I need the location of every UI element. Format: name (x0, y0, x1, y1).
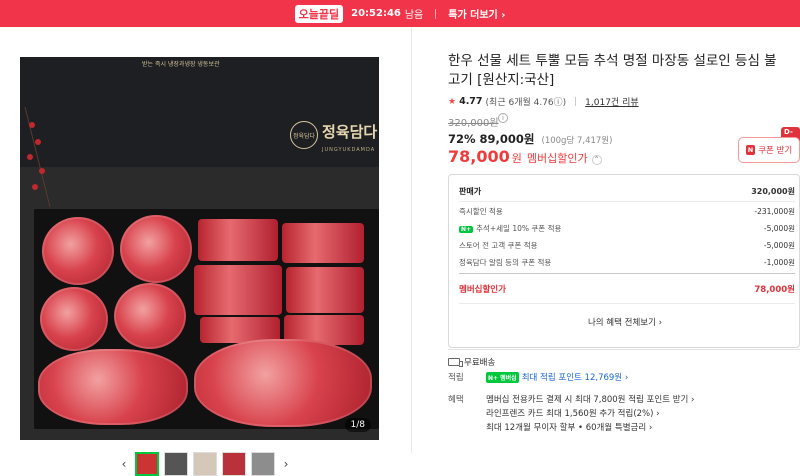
deal-logo: 오늘끝딜 (294, 4, 344, 23)
benefit-item[interactable]: 멤버십 전용카드 결제 시 최대 7,800원 적립 포인트 받기 › (486, 393, 694, 405)
breakdown-row: 정육담다 알림 등의 쿠폰 적용 -1,000원 (459, 257, 795, 268)
product-gallery: 받는 즉시 냉장과냉장 냉동보관 정육담다 정육담다 JUNGYUKDAMDA … (0, 27, 412, 476)
rating-recent: (최근 6개월 4.76ⓘ) (485, 98, 567, 108)
chevron-up-icon[interactable]: ⌃ (591, 154, 602, 165)
image-counter: 1/8 (344, 418, 371, 432)
coupon-button[interactable]: N 쿠폰 받기 (738, 137, 800, 163)
breakdown-row: N+ 추석+세일 10% 쿠폰 적용 -5,000원 (459, 223, 795, 234)
membership-badge: N+ 멤버십 (486, 371, 519, 383)
shipping-info: 무료배송 (448, 356, 495, 368)
meat-strip (198, 219, 278, 261)
breakdown-amount: -231,000원 (754, 207, 795, 216)
discount-price: 72% 89,000원 (448, 132, 535, 146)
product-title: 한우 선물 세트 투뿔 모듬 추석 명절 마장동 설로인 등심 불고기 [원산지… (448, 53, 777, 88)
info-icon[interactable]: i (498, 113, 508, 123)
next-arrow-icon[interactable]: › (280, 457, 292, 471)
box-tag-text: 받는 즉시 냉장과냉장 냉동보관 (142, 61, 220, 68)
thumbnail[interactable] (222, 452, 246, 476)
breakdown-total-label: 멤버십할인가 (459, 285, 506, 295)
thumbnail-strip: ‹ › (118, 452, 292, 476)
product-info: 한우 선물 세트 투뿔 모듬 추석 명절 마장동 설로인 등심 불고기 [원산지… (448, 27, 800, 453)
more-deals-link[interactable]: 특가 더보기 › (448, 6, 505, 21)
meat-strip (194, 265, 282, 315)
meat-roll (42, 217, 114, 285)
deal-banner: 오늘끝딜 20:52:46 남음 특가 더보기 › (0, 0, 800, 27)
meat-roll (40, 287, 108, 351)
member-price-unit: 원 (511, 152, 522, 165)
thumbnail[interactable] (135, 452, 159, 476)
unit-price: (100g당 7,417원) (541, 136, 613, 146)
breakdown-total-amount: 78,000원 (754, 285, 795, 295)
points-link[interactable]: N+ 멤버십 최대 적립 포인트 12,769원 › (486, 371, 628, 383)
gift-box-lid: 받는 즉시 냉장과냉장 냉동보관 정육담다 정육담다 JUNGYUKDAMDA (20, 57, 379, 167)
member-price: 78,000 (448, 147, 510, 166)
countdown-suffix: 남음 (404, 10, 424, 21)
breakdown-amount: -5,000원 (763, 224, 795, 233)
rating-score: 4.77 (459, 96, 483, 107)
thumbnail[interactable] (251, 452, 275, 476)
divider (459, 303, 795, 304)
breakdown-row: 판매가 320,000원 (459, 186, 795, 197)
naver-n-icon: N (745, 145, 756, 155)
benefit-item[interactable]: 최대 12개월 무이자 할부 • 60개월 특별금리 › (486, 421, 652, 433)
section-divider (448, 349, 800, 350)
meat-steak (38, 349, 188, 425)
breakdown-label: 판매가 (459, 187, 482, 196)
shipping-label: 무료배송 (464, 358, 496, 368)
breakdown-label: 스토어 전 고객 쿠폰 적용 (459, 241, 538, 250)
star-icon: ★ (448, 96, 457, 107)
discount-price-line: 72% 89,000원 (100g당 7,417원) (448, 131, 612, 147)
prev-arrow-icon[interactable]: ‹ (118, 457, 130, 471)
main-product-image[interactable]: 받는 즉시 냉장과냉장 냉동보관 정육담다 정육담다 JUNGYUKDAMDA … (20, 57, 379, 440)
breakdown-row: 즉시할인 적용 -231,000원 (459, 206, 795, 217)
divider (459, 201, 795, 202)
coupon-label: 쿠폰 받기 (758, 146, 793, 156)
meat-tray (34, 209, 379, 429)
points-label: 적립 (448, 373, 464, 383)
breakdown-amount: -5,000원 (763, 241, 795, 250)
meat-strip (282, 223, 364, 263)
breakdown-total-row: 멤버십할인가 78,000원 (459, 283, 795, 295)
breakdown-amount: 320,000원 (751, 187, 795, 196)
truck-icon (448, 358, 463, 367)
decor-berries (24, 106, 51, 208)
banner-divider (435, 8, 437, 19)
thumbnail[interactable] (193, 452, 217, 476)
meat-roll (114, 283, 186, 349)
thumbnail[interactable] (164, 452, 188, 476)
meat-roll (120, 215, 192, 283)
reviews-link[interactable]: 1,017건 리뷰 (585, 95, 638, 108)
original-price: 320,000원 (448, 118, 499, 129)
divider (459, 273, 795, 274)
price-breakdown: 판매가 320,000원 즉시할인 적용 -231,000원 N+ 추석+세일 1… (448, 174, 800, 348)
all-benefits-link[interactable]: 나의 혜택 전체보기 › (449, 316, 800, 328)
breakdown-label: 즉시할인 적용 (459, 207, 503, 216)
countdown-timer: 20:52:46 (351, 8, 401, 19)
member-price-label: 멤버십할인가 (526, 152, 588, 165)
breakdown-amount: -1,000원 (763, 258, 795, 267)
benefit-item[interactable]: 라인프렌즈 카드 최대 1,560원 추가 적립(2%) › (486, 407, 660, 419)
brand-emblem: 정육담다 (290, 121, 318, 149)
breakdown-label: 정육담다 알림 등의 쿠폰 적용 (459, 258, 552, 267)
points-text: 최대 적립 포인트 12,769원 › (521, 373, 629, 383)
member-price-line: 78,000 원 멤버십할인가 ⌃ (448, 147, 602, 166)
brand-sub-text: JUNGYUKDAMDA (322, 147, 376, 153)
rating-divider (575, 97, 577, 106)
brand-logo-text: 정육담다 (322, 123, 378, 141)
meat-strip (286, 267, 364, 313)
breakdown-label: 추석+세일 10% 쿠폰 적용 (476, 224, 562, 233)
meat-steak (194, 339, 372, 427)
rating-row: ★ 4.77 (최근 6개월 4.76ⓘ) 1,017건 리뷰 (448, 95, 639, 108)
breakdown-row: 스토어 전 고객 쿠폰 적용 -5,000원 (459, 240, 795, 251)
naver-plus-icon: N+ (459, 226, 474, 233)
benefits-label: 혜택 (448, 395, 464, 405)
